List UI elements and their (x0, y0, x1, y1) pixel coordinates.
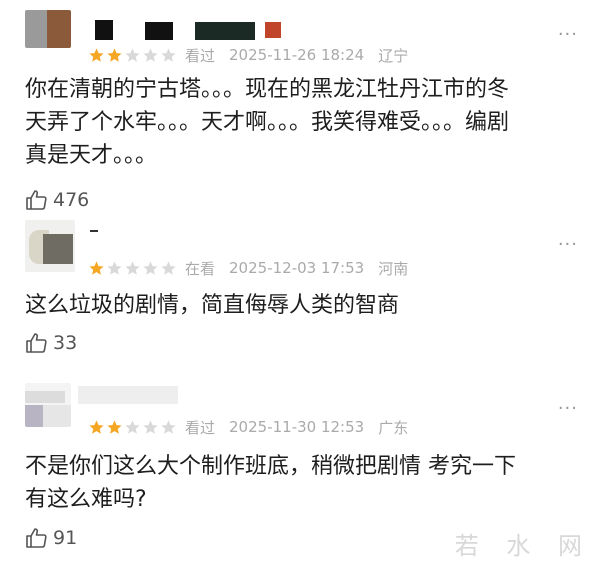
star-empty-icon (125, 419, 140, 434)
star-filled-icon (107, 419, 122, 434)
star-empty-icon (161, 47, 176, 62)
more-options-icon[interactable]: ··· (558, 236, 578, 254)
star-filled-icon (89, 260, 104, 275)
star-rating (88, 260, 177, 277)
watch-status: 看过 (185, 418, 216, 437)
like-button[interactable]: 476 (25, 186, 89, 214)
star-empty-icon (143, 419, 158, 434)
avatar[interactable] (25, 383, 71, 427)
star-rating (88, 419, 177, 436)
comment-meta: 看过 2025-11-30 12:53 广东 (88, 416, 422, 438)
comment-date: 2025-11-30 12:53 (229, 418, 365, 436)
like-button[interactable]: 33 (25, 329, 77, 357)
more-options-icon[interactable]: ··· (558, 400, 578, 418)
avatar[interactable] (25, 10, 71, 48)
star-filled-icon (89, 47, 104, 62)
comment-location: 辽宁 (378, 46, 409, 65)
star-empty-icon (125, 47, 140, 62)
comment-line: 天弄了个水牢。。。天才啊。。。我笑得难受。。。编剧 (25, 110, 510, 135)
more-options-icon[interactable]: ··· (558, 26, 578, 44)
like-count: 33 (53, 332, 78, 354)
star-empty-icon (161, 260, 176, 275)
watermark: 若 水 网 (454, 532, 592, 560)
comment-line: 不是你们这么大个制作班底，稍微把剧情 考究一下 (25, 454, 516, 479)
comment-location: 河南 (378, 259, 409, 278)
star-filled-icon (107, 47, 122, 62)
star-empty-icon (107, 260, 122, 275)
comment-meta: 看过 2025-11-26 18:24 辽宁 (88, 44, 422, 66)
like-button[interactable]: 91 (25, 524, 77, 552)
username-redacted[interactable] (78, 386, 178, 408)
username-redacted[interactable] (90, 224, 100, 246)
comment-line: 有这么难吗? (25, 487, 147, 512)
like-count: 91 (53, 527, 78, 549)
comment-date: 2025-12-03 17:53 (229, 259, 365, 277)
like-count: 476 (53, 189, 90, 211)
comment-meta: 在看 2025-12-03 17:53 河南 (88, 257, 422, 279)
comment-date: 2025-11-26 18:24 (229, 46, 365, 64)
star-empty-icon (143, 260, 158, 275)
username-redacted[interactable] (95, 20, 281, 42)
comment-line: 真是天才。。。 (25, 143, 158, 168)
star-rating (88, 47, 177, 64)
thumbs-up-icon (26, 333, 47, 353)
avatar[interactable] (25, 220, 75, 272)
star-empty-icon (143, 47, 158, 62)
star-filled-icon (89, 419, 104, 434)
comment-location: 广东 (378, 418, 409, 437)
comment-line: 这么垃圾的剧情，简直侮辱人类的智商 (25, 293, 400, 318)
comment-line: 你在清朝的宁古塔。。。现在的黑龙江牡丹江市的冬 (25, 77, 510, 102)
thumbs-up-icon (26, 528, 47, 548)
watch-status: 在看 (185, 259, 216, 278)
comment-text: 你在清朝的宁古塔。。。现在的黑龙江牡丹江市的冬 天弄了个水牢。。。天才啊。。。我… (25, 73, 585, 172)
thumbs-up-icon (26, 190, 47, 210)
comment-text: 不是你们这么大个制作班底，稍微把剧情 考究一下 有这么难吗? (25, 450, 585, 516)
watch-status: 看过 (185, 46, 216, 65)
star-empty-icon (161, 419, 176, 434)
star-empty-icon (125, 260, 140, 275)
comment-text: 这么垃圾的剧情，简直侮辱人类的智商 (25, 289, 585, 322)
